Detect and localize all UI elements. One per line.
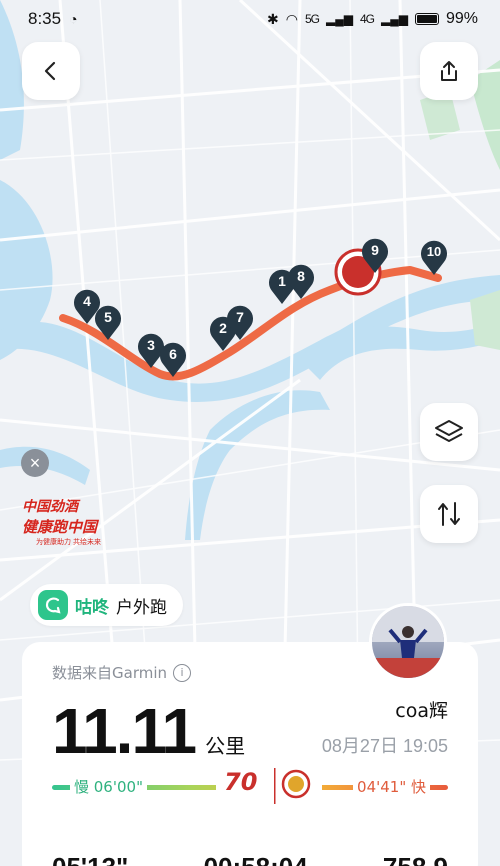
battery-percent: 99% — [445, 10, 478, 27]
route-toggle-button[interactable] — [420, 485, 478, 543]
distance-unit: 公里 — [205, 734, 246, 758]
pace-fast-label: 04'41" 快 — [353, 776, 430, 797]
app-name: 咕咚 — [75, 597, 109, 618]
app-chip[interactable]: 咕咚 户外跑 — [30, 584, 183, 626]
speed-icon: ◔ — [69, 11, 78, 27]
promo-line3: 为健康助力 共绘未来 — [36, 539, 101, 546]
status-time: 8:35 — [28, 9, 62, 28]
codoon-app-icon — [38, 590, 68, 620]
signal-bars-icon-2: ▂▄▆ — [381, 12, 408, 26]
activity-date: 08月27日 19:05 — [321, 736, 448, 756]
event-logo: 70 — [216, 764, 322, 808]
pace-legend: 慢 06'00" 04'41" 快 70 — [52, 764, 448, 810]
back-arrow-icon — [44, 61, 56, 81]
layers-button[interactable] — [420, 403, 478, 461]
signal-bars-icon: ▂▄▆ — [326, 12, 353, 26]
promo-logo[interactable]: 中国劲酒 健康跑中国 为健康助力 共绘未来 — [22, 496, 108, 546]
promo-line2: 健康跑中国 — [22, 518, 98, 536]
close-icon: × — [29, 452, 41, 473]
sport-type: 户外跑 — [116, 597, 167, 618]
signal-5g-icon: 5G — [305, 12, 320, 26]
data-source-text: 数据来自Garmin — [52, 664, 168, 682]
route-icon — [438, 502, 460, 526]
distance-value: 11.11 — [52, 695, 197, 767]
signal-4g-icon: 4G — [359, 12, 375, 26]
promo-line1: 中国劲酒 — [22, 499, 78, 515]
layers-icon — [435, 420, 463, 442]
avg-pace: 05'13" — [52, 852, 128, 866]
calories: 758.9 — [383, 852, 448, 866]
share-icon — [441, 61, 457, 81]
info-icon[interactable]: i — [173, 663, 192, 682]
svg-text:70: 70 — [224, 768, 257, 796]
share-button[interactable] — [420, 42, 478, 100]
bluetooth-icon: ✱ — [267, 10, 279, 27]
username: coa辉 — [395, 700, 448, 722]
wifi-icon: ◠ — [285, 10, 298, 27]
battery-icon — [414, 13, 439, 25]
duration: 00:58:04 — [204, 852, 308, 866]
bottom-stats: 05'13" 00:58:04 758.9 — [52, 852, 448, 866]
back-button[interactable] — [22, 42, 80, 100]
pace-slow-label: 慢 06'00" — [70, 776, 147, 797]
close-promo-button[interactable]: × — [21, 449, 49, 477]
distance-row: 11.11 公里 — [52, 694, 245, 768]
status-bar: 8:35 ◔ ✱ ◠ 5G ▂▄▆ 4G ▂▄▆ 99% — [0, 0, 500, 38]
avatar[interactable] — [369, 603, 447, 681]
